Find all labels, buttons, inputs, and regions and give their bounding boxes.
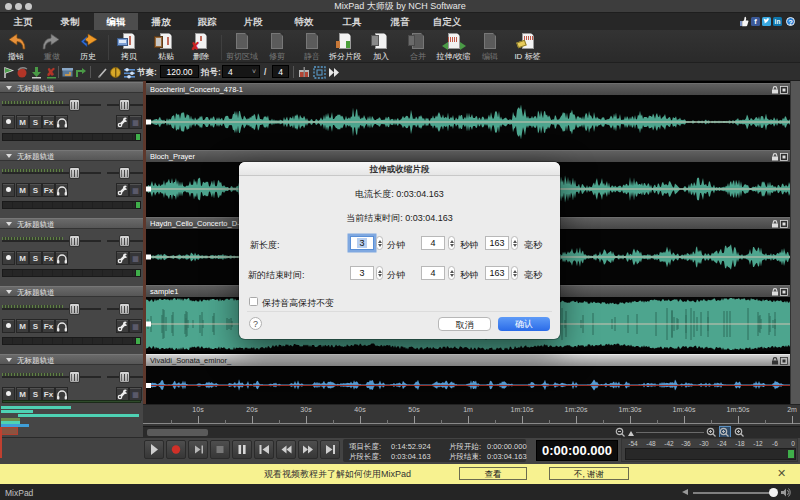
svg-text:✘: ✘ <box>46 66 55 78</box>
